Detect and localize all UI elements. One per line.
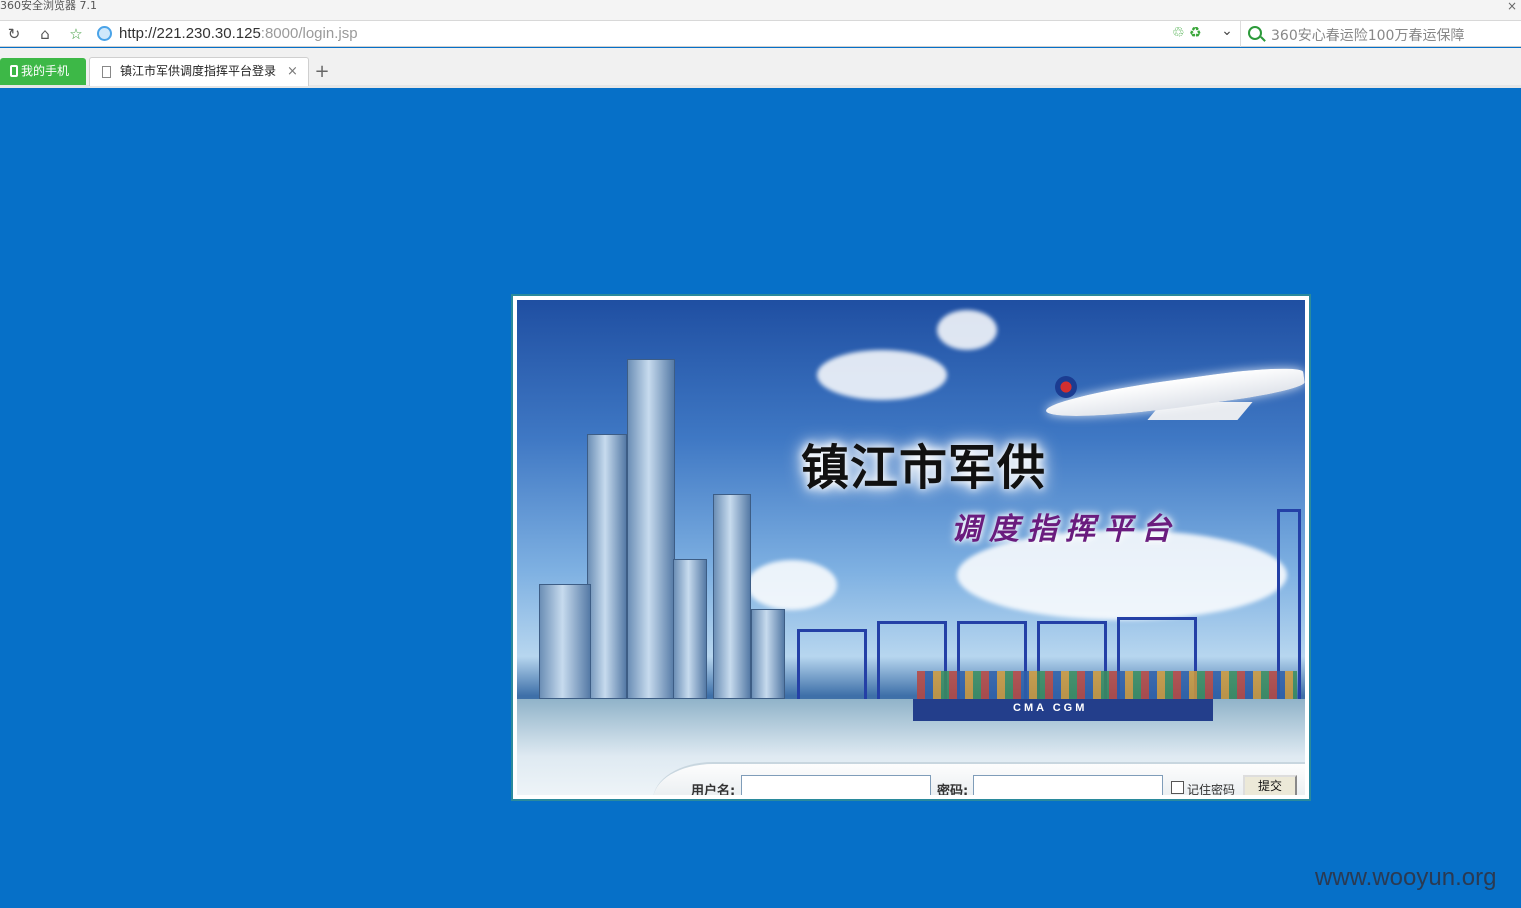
address-bar[interactable]: http://221.230.30.125:8000/login.jsp (119, 25, 358, 42)
new-tab-button[interactable]: + (311, 62, 333, 84)
window-close-button[interactable]: × (1507, 0, 1517, 12)
password-label: 密码: (937, 784, 969, 795)
search-icon (1248, 26, 1262, 40)
port-crane (797, 629, 867, 699)
url-host: http://221.230.30.125 (119, 25, 261, 42)
my-phone-tab[interactable]: 我的手机 (0, 58, 86, 85)
skyscraper (673, 559, 707, 699)
skyscraper (587, 434, 627, 699)
banner-subtitle: 调度指挥平台 (951, 512, 1179, 547)
login-form: 用户名: 密码: 记住密码 提交 (653, 762, 1305, 795)
url-path: :8000/login.jsp (260, 25, 358, 42)
address-dropdown-icon[interactable]: ⌄ (1217, 23, 1237, 39)
airline-logo (1055, 376, 1077, 398)
site-globe-icon (97, 26, 112, 41)
watermark: www.wooyun.org (1315, 864, 1497, 891)
favorite-star-icon[interactable]: ☆ (66, 24, 86, 44)
search-box[interactable]: 360安心春运险100万春运保障 (1240, 21, 1521, 47)
home-icon[interactable]: ⌂ (35, 24, 55, 44)
container-ship: CMA CGM (913, 699, 1213, 721)
login-panel: CMA CGM 镇江市军供 调度指挥平台 用户名: 密码: 记住密码 提交 (511, 294, 1311, 801)
cloud (937, 310, 997, 350)
submit-button[interactable]: 提交 (1243, 775, 1297, 795)
banner-title: 镇江市军供 (801, 440, 1047, 496)
banner-image: CMA CGM 镇江市军供 调度指挥平台 用户名: 密码: 记住密码 提交 (517, 300, 1305, 795)
remember-password-checkbox[interactable] (1171, 781, 1184, 794)
skyscraper (713, 494, 751, 699)
tab-title: 镇江市军供调度指挥平台登录 (120, 64, 277, 78)
extension-icons[interactable]: ♲ ♻ (1172, 25, 1202, 41)
ship-label: CMA CGM (1013, 702, 1088, 714)
window-title: 360安全浏览器 7.1 (0, 0, 97, 12)
container-stacks (917, 671, 1297, 699)
password-input[interactable] (973, 775, 1163, 795)
search-placeholder: 360安心春运险100万春运保障 (1271, 28, 1465, 44)
page-icon (102, 66, 111, 78)
tab-close-button[interactable]: × (287, 58, 298, 85)
phone-icon (10, 65, 18, 77)
airplane (1035, 360, 1305, 438)
refresh-icon[interactable]: ↻ (4, 24, 24, 44)
tab-bar: 我的手机 镇江市军供调度指挥平台登录 × + (0, 48, 1521, 88)
skyscraper (539, 584, 591, 699)
cloud (817, 350, 947, 400)
remember-password-label: 记住密码 (1187, 783, 1236, 795)
skyscraper (751, 609, 785, 699)
window-title-bar: 360安全浏览器 7.1 × (0, 0, 1521, 20)
username-input[interactable] (741, 775, 931, 795)
my-phone-label: 我的手机 (21, 64, 70, 78)
username-label: 用户名: (691, 784, 736, 795)
tab-login-page[interactable]: 镇江市军供调度指挥平台登录 × (89, 57, 309, 86)
navigation-bar: ↻ ⌂ ☆ http://221.230.30.125:8000/login.j… (0, 20, 1521, 47)
cloud (747, 560, 837, 610)
skyscraper (627, 359, 675, 699)
